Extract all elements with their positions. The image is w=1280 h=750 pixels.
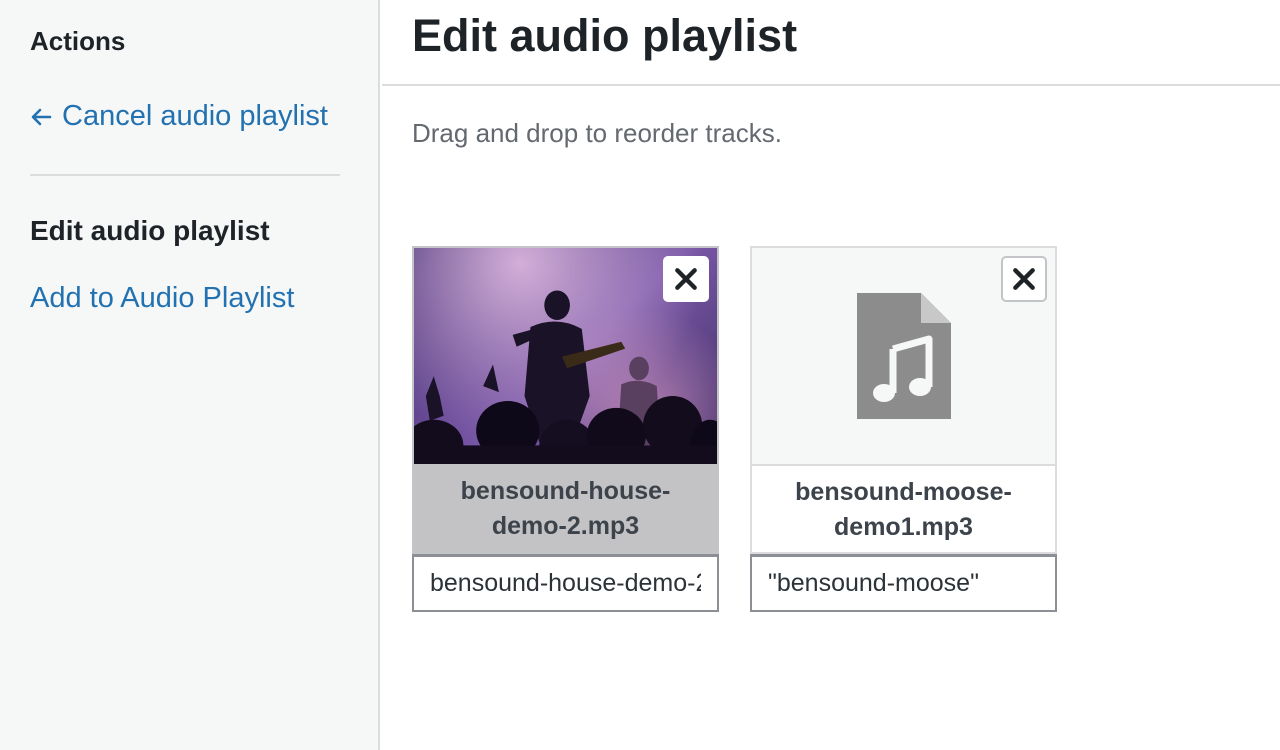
cancel-audio-playlist-label: Cancel audio playlist bbox=[62, 100, 328, 132]
reorder-instructions: Drag and drop to reorder tracks. bbox=[412, 118, 782, 148]
sidebar: Actions Cancel audio playlist Edit audio… bbox=[0, 0, 380, 750]
cancel-audio-playlist-link[interactable]: Cancel audio playlist bbox=[30, 100, 328, 133]
remove-track-button[interactable] bbox=[663, 256, 709, 302]
close-icon bbox=[1011, 266, 1037, 292]
sidebar-divider bbox=[30, 174, 340, 176]
track-attachment-preview[interactable]: bensound-house-demo-2.mp3 bbox=[412, 246, 719, 554]
edit-playlist-menu-heading: Edit audio playlist bbox=[30, 215, 270, 246]
remove-track-button[interactable] bbox=[1001, 256, 1047, 302]
playlist-track[interactable]: bensound-moose-demo1.mp3 bbox=[750, 246, 1057, 612]
add-to-audio-playlist-link[interactable]: Add to Audio Playlist bbox=[30, 282, 294, 315]
track-caption-input[interactable] bbox=[750, 554, 1057, 612]
arrow-left-icon bbox=[30, 106, 52, 128]
sidebar-heading: Actions bbox=[30, 26, 126, 56]
close-icon bbox=[673, 266, 699, 292]
playlist-track[interactable]: bensound-house-demo-2.mp3 bbox=[412, 246, 719, 612]
track-filename: bensound-house-demo-2.mp3 bbox=[414, 464, 717, 552]
track-caption-input[interactable] bbox=[412, 554, 719, 612]
track-filename: bensound-moose-demo1.mp3 bbox=[752, 464, 1055, 552]
page-title: Edit audio playlist bbox=[412, 10, 798, 61]
track-attachment-preview[interactable]: bensound-moose-demo1.mp3 bbox=[750, 246, 1057, 554]
main-header: Edit audio playlist bbox=[382, 0, 1280, 86]
audio-file-icon bbox=[856, 293, 951, 419]
